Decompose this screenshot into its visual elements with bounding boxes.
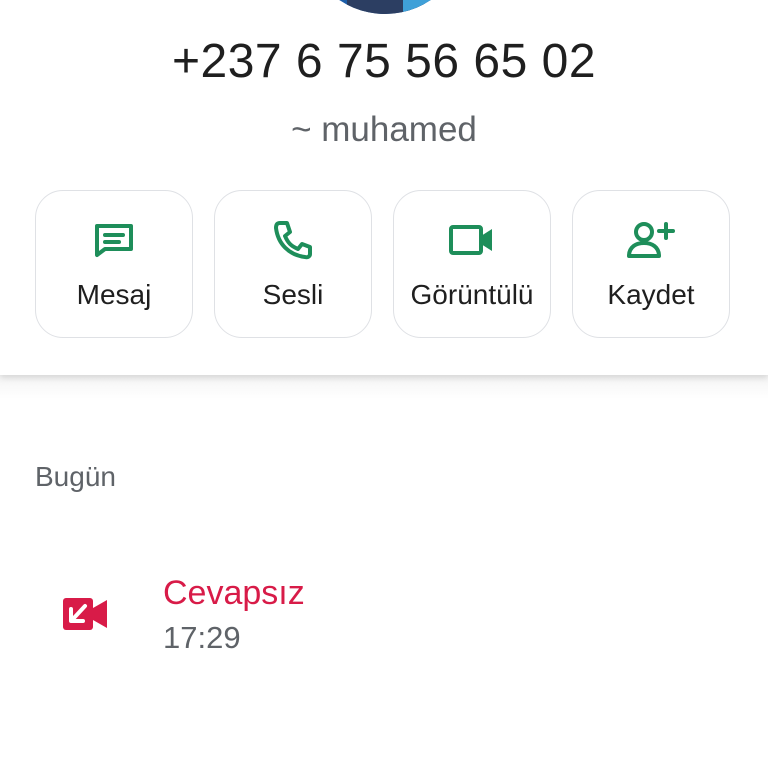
message-button-label: Mesaj — [76, 279, 152, 310]
missed-video-call-icon — [62, 594, 108, 634]
phone-number: +237 6 75 56 65 02 — [171, 35, 597, 88]
video-call-button[interactable]: Görüntülü — [393, 190, 551, 338]
avatar-photo-detail — [403, 0, 453, 14]
voice-call-button[interactable]: Sesli — [214, 190, 372, 338]
avatar[interactable] — [303, 0, 467, 14]
section-label-today: Bugün — [35, 461, 116, 492]
save-contact-button-label: Kaydet — [607, 279, 695, 310]
save-contact-button[interactable]: Kaydet — [572, 190, 730, 338]
voice-call-button-label: Sesli — [262, 279, 324, 310]
call-status: Cevapsız — [163, 574, 305, 612]
contact-header: +237 6 75 56 65 02 ~ muhamed Mesaj Sesli — [0, 0, 768, 375]
contact-name: ~ muhamed — [291, 110, 477, 149]
message-icon — [36, 219, 192, 261]
add-contact-icon — [573, 219, 729, 261]
call-log-item[interactable]: Cevapsız 17:29 — [0, 570, 768, 670]
section-divider — [0, 375, 768, 399]
phone-icon — [215, 219, 371, 261]
video-call-button-label: Görüntülü — [410, 279, 534, 310]
message-button[interactable]: Mesaj — [35, 190, 193, 338]
video-camera-icon — [394, 219, 550, 261]
call-history: Bugün Cevapsız 17:29 — [0, 375, 768, 768]
action-buttons: Mesaj Sesli Görüntülü Kaydet — [35, 190, 733, 340]
call-time: 17:29 — [163, 620, 241, 655]
